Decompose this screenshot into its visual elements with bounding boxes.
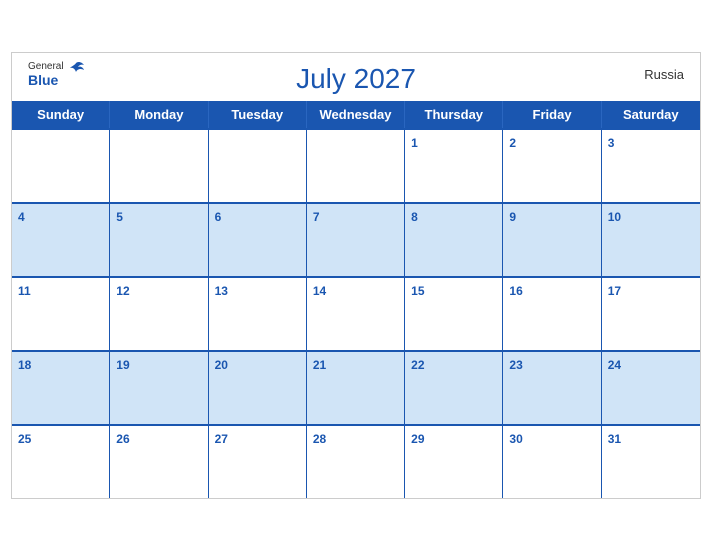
table-row: 17 [602,278,700,350]
table-row: 9 [503,204,601,276]
day-header-friday: Friday [503,101,601,128]
day-headers: Sunday Monday Tuesday Wednesday Thursday… [12,101,700,128]
table-row: 2 [503,130,601,202]
logo-blue: Blue [28,73,58,87]
table-row: 6 [209,204,307,276]
logo: General Blue [28,61,86,87]
logo-bird-icon [66,61,86,83]
logo-general: General [28,61,64,73]
table-row: 11 [12,278,110,350]
table-row: 30 [503,426,601,498]
day-header-tuesday: Tuesday [209,101,307,128]
table-row: 16 [503,278,601,350]
table-row: 26 [110,426,208,498]
week-row-4: 18 19 20 21 22 23 24 [12,350,700,424]
table-row: 1 [405,130,503,202]
calendar: General Blue July 2027 Russia Sunday Mon… [11,52,701,499]
table-row: 22 [405,352,503,424]
day-header-monday: Monday [110,101,208,128]
table-row: 21 [307,352,405,424]
table-row: 10 [602,204,700,276]
table-row: 18 [12,352,110,424]
table-row [209,130,307,202]
table-row: 3 [602,130,700,202]
table-row: 19 [110,352,208,424]
calendar-header: General Blue July 2027 Russia [12,53,700,101]
table-row: 20 [209,352,307,424]
country-label: Russia [644,67,684,82]
calendar-title: July 2027 [296,63,416,95]
table-row: 29 [405,426,503,498]
day-header-thursday: Thursday [405,101,503,128]
table-row [12,130,110,202]
table-row: 24 [602,352,700,424]
table-row: 31 [602,426,700,498]
day-header-saturday: Saturday [602,101,700,128]
week-row-2: 4 5 6 7 8 9 10 [12,202,700,276]
table-row: 7 [307,204,405,276]
table-row: 13 [209,278,307,350]
table-row: 23 [503,352,601,424]
table-row: 25 [12,426,110,498]
week-row-3: 11 12 13 14 15 16 17 [12,276,700,350]
week-row-1: 1 2 3 [12,130,700,202]
day-header-sunday: Sunday [12,101,110,128]
table-row: 4 [12,204,110,276]
day-header-wednesday: Wednesday [307,101,405,128]
calendar-body: 1 2 3 4 5 6 7 8 9 10 11 12 13 14 15 16 1… [12,128,700,498]
table-row: 27 [209,426,307,498]
table-row: 8 [405,204,503,276]
table-row [110,130,208,202]
table-row: 12 [110,278,208,350]
table-row: 15 [405,278,503,350]
table-row: 28 [307,426,405,498]
table-row: 5 [110,204,208,276]
table-row [307,130,405,202]
table-row: 14 [307,278,405,350]
week-row-5: 25 26 27 28 29 30 31 [12,424,700,498]
